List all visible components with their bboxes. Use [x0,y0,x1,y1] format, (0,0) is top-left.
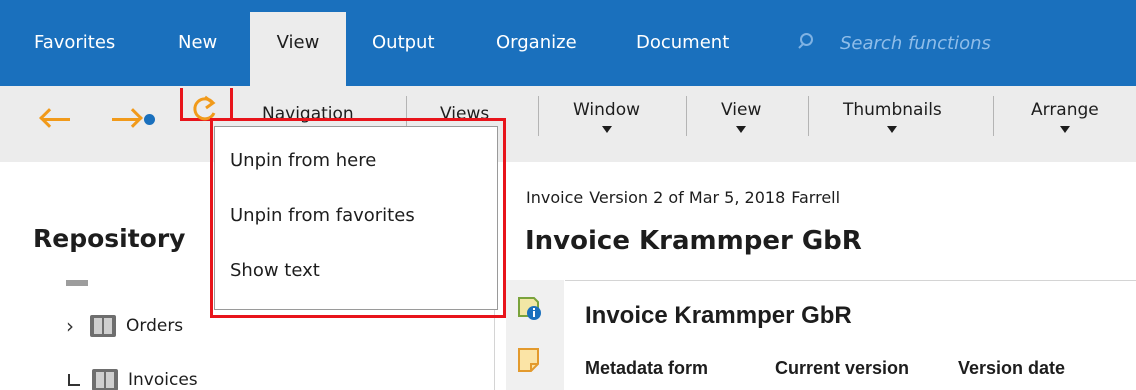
refresh-button[interactable] [180,88,233,121]
caret-down-icon [601,126,612,133]
caret-down-icon [887,126,898,133]
tab-output[interactable]: Output [372,28,435,58]
back-arrow-icon[interactable] [38,108,72,130]
forward-arrow-icon[interactable] [110,108,155,130]
toolbar-separator [686,96,687,136]
context-menu: Unpin from here Unpin from favorites Sho… [214,126,498,310]
thumbnails-dropdown-button[interactable]: Thumbnails [843,100,942,133]
toolbar-separator [993,96,994,136]
content-divider [565,280,1136,281]
caret-down-icon [1059,126,1070,133]
caret-down-icon [736,126,747,133]
search-icon [798,32,820,54]
search-input[interactable] [840,28,1130,58]
window-dropdown-button[interactable]: Window [573,100,640,133]
menu-item-unpin-from-here[interactable]: Unpin from here [230,150,376,171]
folder-icon [92,369,118,390]
ribbon-tab-bar: Favorites New View Output Organize Docum… [0,0,1136,90]
document-info-icon[interactable] [516,294,544,322]
folder-icon [90,315,116,337]
tab-document[interactable]: Document [636,28,729,58]
card-title: Invoice Krammper GbR [585,302,852,329]
document-title: Invoice Krammper GbR [525,226,862,256]
view-dropdown-button[interactable]: View [721,100,761,133]
panel-title: Repository [33,224,186,253]
menu-item-show-text[interactable]: Show text [230,260,320,281]
toolbar: Navigation Views Window View Thumbnails … [0,86,1136,162]
arrange-dropdown-button[interactable]: Arrange [1031,100,1099,133]
tree-corner-icon [68,374,80,386]
document-meta: Invoice Version 2 of Mar 5, 2018 Farrell [526,188,846,207]
tab-new[interactable]: New [178,28,217,58]
toolbar-separator [808,96,809,136]
tab-favorites[interactable]: Favorites [34,28,115,58]
document-author: Farrell [791,188,841,207]
note-icon[interactable] [516,346,542,374]
document-version: Version 2 of Mar 5, 2018 [589,188,786,207]
status-dot [144,114,155,125]
tab-view[interactable]: View [250,12,346,90]
tab-organize[interactable]: Organize [496,28,577,58]
toolbar-separator [538,96,539,136]
tab-current-version[interactable]: Current version [775,358,909,379]
chevron-right-icon[interactable]: › [66,314,90,338]
tree-scroll-indicator [66,280,88,286]
menu-item-unpin-from-favorites[interactable]: Unpin from favorites [230,205,415,226]
tree-item-orders[interactable]: › Orders [66,312,183,340]
search-box[interactable] [798,28,1130,58]
tree-item-label: Orders [126,316,184,336]
tab-version-date[interactable]: Version date [958,358,1065,379]
tree-item-label: Invoices [128,370,198,390]
tab-metadata-form[interactable]: Metadata form [585,358,708,379]
tree-item-invoices[interactable]: Invoices [66,366,198,390]
document-type: Invoice [526,188,584,207]
